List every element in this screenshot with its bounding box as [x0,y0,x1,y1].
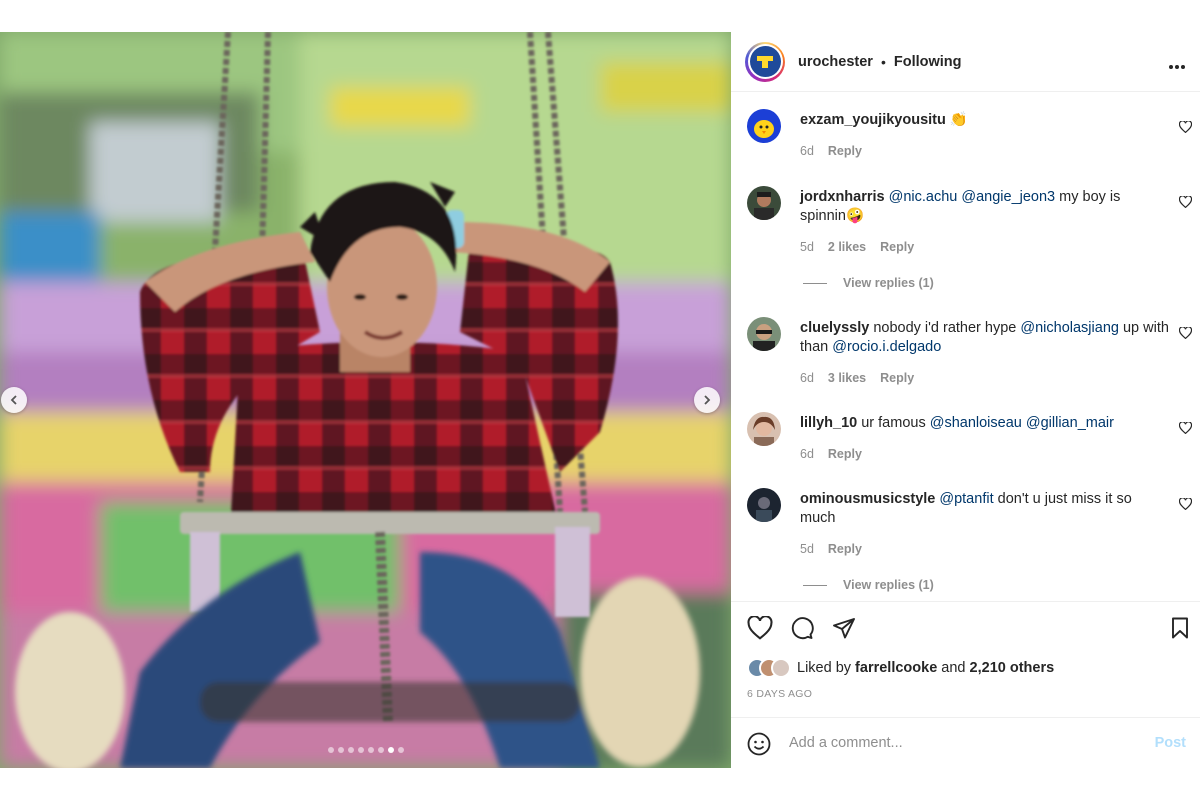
liked-by-others[interactable]: 2,210 others [970,660,1055,676]
carousel-dot [367,747,374,753]
comment-time[interactable]: 5d [800,240,814,254]
carousel-dot [347,747,354,753]
comment-item: jordxnharris @nic.achu @angie_jeon3 my bo… [747,186,1192,296]
like-heart-icon[interactable] [747,616,773,640]
comment-body: 👏 [950,112,968,128]
more-horizontal-icon [1169,65,1185,69]
comment-username[interactable]: exzam_youjikyousitu [800,112,946,128]
liked-by-prefix: Liked by [797,660,852,676]
following-button[interactable]: Following [894,54,962,70]
comment-item: ominousmusicstyle @ptanfit don't u just m… [747,488,1192,598]
commenter-avatar[interactable] [747,488,781,522]
view-replies-divider [803,584,827,586]
person-avatar-icon [753,416,775,446]
comment-input[interactable]: Add a comment... [789,735,903,751]
comment-body: ur famous @shanloiseau @gillian_mair [861,415,1114,431]
person-avatar-icon [753,324,775,351]
like-comment-heart-icon[interactable] [1179,327,1192,339]
carousel-indicator [0,747,731,753]
add-comment-bar: Add a comment... Post [731,717,1200,769]
liked-by-user[interactable]: farrellcooke [855,660,937,676]
comment-text: 👏 [949,112,968,128]
chevron-right-icon [704,395,711,405]
comment-time[interactable]: 6d [800,371,814,385]
liker-avatar [771,658,791,678]
next-photo-button[interactable] [694,387,720,413]
comment-likes[interactable]: 3 likes [828,371,866,385]
comment-username[interactable]: cluelyssly [800,320,869,336]
like-comment-heart-icon[interactable] [1179,196,1192,208]
like-comment-heart-icon[interactable] [1179,498,1192,510]
carousel-dot [327,747,334,753]
carousel-dot [337,747,344,753]
view-replies-button[interactable]: View replies (1) [803,276,934,290]
comments-list: exzam_youjikyousitu 👏 6d Reply jordxnharr… [731,93,1200,601]
carousel-dot [357,747,364,753]
commenter-avatar[interactable] [747,317,781,351]
comment-item: exzam_youjikyousitu 👏 6d Reply [747,109,1192,179]
mention-link[interactable]: @angie_jeon3 [961,189,1055,205]
comment-text: nobody i'd rather hype [873,320,1021,336]
comment-likes[interactable]: 2 likes [828,240,866,254]
reply-button[interactable]: Reply [880,371,914,385]
chevron-left-icon [10,395,17,405]
comment-item: lillyh_10 ur famous @shanloiseau @gillian… [747,412,1192,472]
view-replies-divider [803,282,827,284]
carousel-dot [397,747,404,753]
comment-text: ur famous [861,415,930,431]
mention-link[interactable]: @nicholasjiang [1020,320,1119,336]
mention-link[interactable]: @rocio.i.delgado [832,339,941,355]
like-comment-heart-icon[interactable] [1179,121,1192,133]
more-options-button[interactable] [1168,54,1186,75]
reply-button[interactable]: Reply [828,144,862,158]
meliora-logo [749,46,781,77]
reply-button[interactable]: Reply [828,542,862,556]
reply-button[interactable]: Reply [880,240,914,254]
shield-icon [757,55,773,68]
account-avatar[interactable] [745,41,785,82]
chick-avatar-icon [754,120,774,138]
header-separator: • [880,53,886,70]
comment-time[interactable]: 5d [800,542,814,556]
liked-by-and: and [941,660,966,676]
mention-link[interactable]: @nic.achu [889,189,958,205]
comment-bubble-icon[interactable] [789,616,815,640]
commenter-avatar[interactable] [747,186,781,220]
carousel-dot [377,747,384,753]
likes-summary: Liked by farrellcooke and 2,210 others [747,658,1054,678]
commenter-avatar[interactable] [747,109,781,143]
swing-ride-photo [0,32,731,768]
person-avatar-icon [756,497,772,522]
post-photo [0,32,731,768]
comment-item: cluelyssly nobody i'd rather hype @nichol… [747,317,1192,397]
carousel-dot [387,747,394,753]
person-avatar-icon [754,192,774,220]
post-timestamp[interactable]: 6 DAYS AGO [747,688,812,700]
emoji-smiley-icon[interactable] [747,732,771,756]
comment-username[interactable]: jordxnharris [800,189,885,205]
save-bookmark-icon[interactable] [1168,616,1192,640]
previous-photo-button[interactable] [1,387,27,413]
mention-link[interactable]: @shanloiseau [930,415,1022,431]
comment-username[interactable]: lillyh_10 [800,415,857,431]
share-paper-plane-icon[interactable] [831,616,857,640]
mention-link[interactable]: @gillian_mair [1026,415,1114,431]
post-header: urochester • Following [731,32,1200,92]
post-comment-button[interactable]: Post [1155,735,1186,751]
view-replies-label: View replies (1) [843,578,934,592]
account-username[interactable]: urochester [798,54,873,70]
reply-button[interactable]: Reply [828,447,862,461]
view-replies-button[interactable]: View replies (1) [803,578,934,592]
post-side-panel: urochester • Following exzam_youjikyousi… [731,32,1200,768]
mention-link[interactable]: @ptanfit [939,491,993,507]
comment-time[interactable]: 6d [800,144,814,158]
comment-time[interactable]: 6d [800,447,814,461]
post-actions: Liked by farrellcooke and 2,210 others 6… [731,601,1200,717]
commenter-avatar[interactable] [747,412,781,446]
view-replies-label: View replies (1) [843,276,934,290]
comment-username[interactable]: ominousmusicstyle [800,491,935,507]
like-comment-heart-icon[interactable] [1179,422,1192,434]
